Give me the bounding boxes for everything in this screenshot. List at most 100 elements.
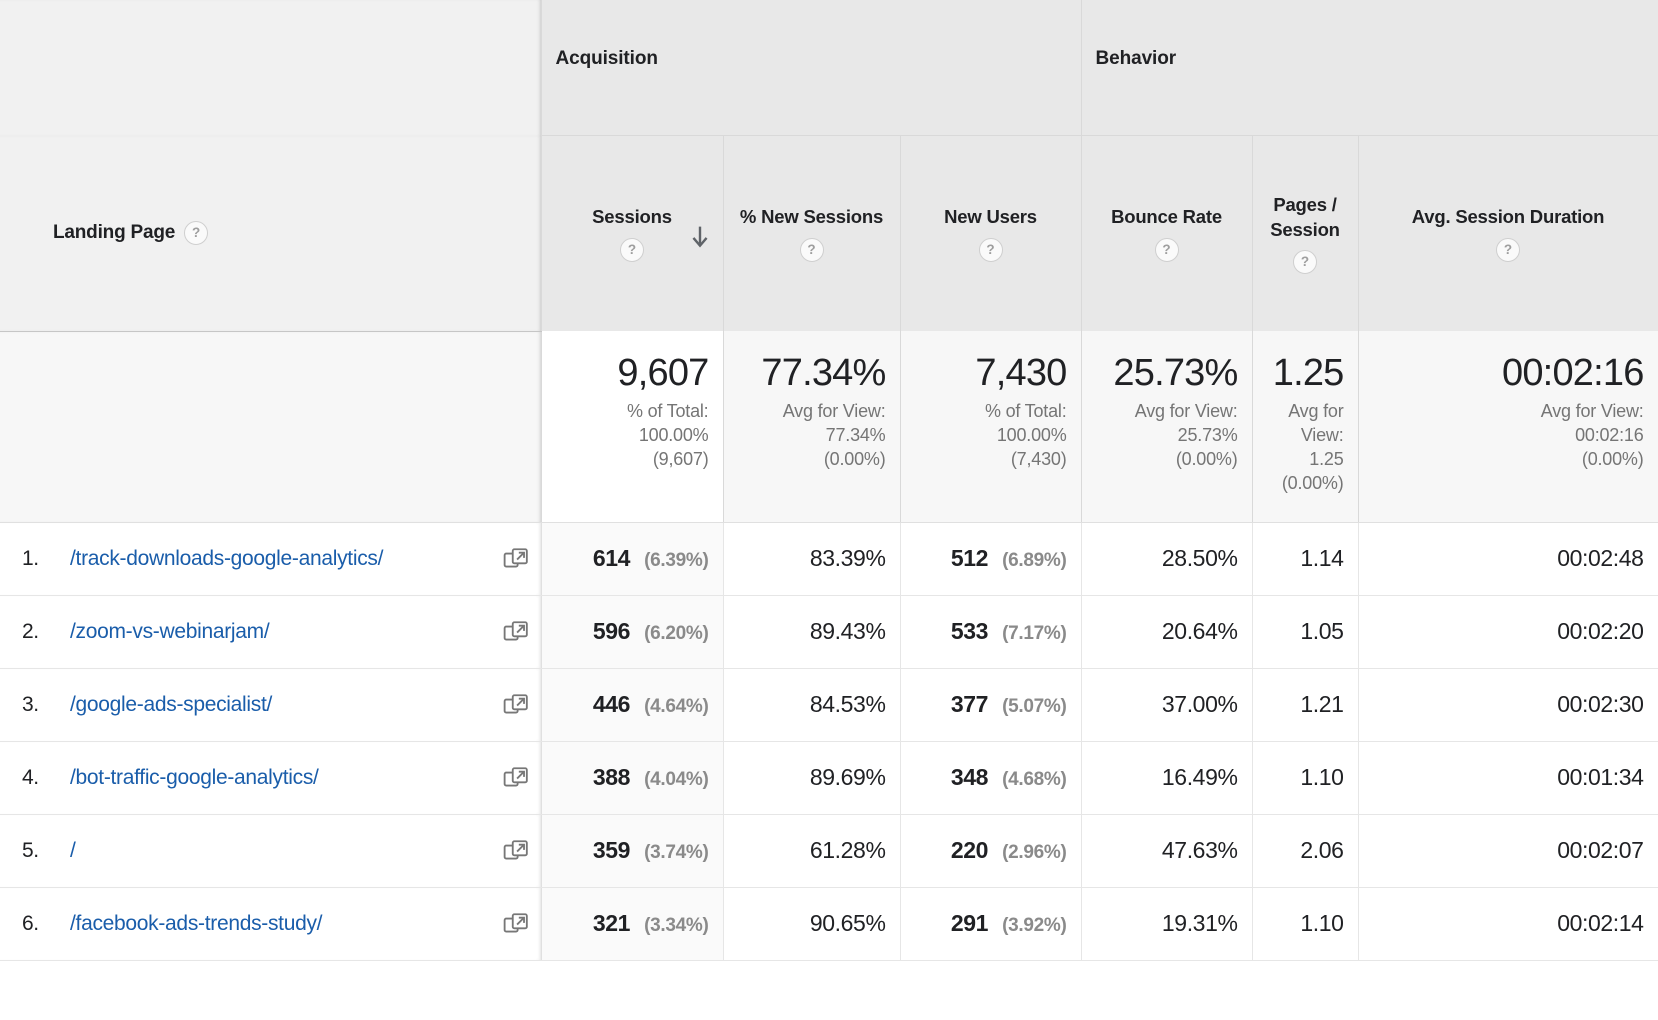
table-row: 2. /zoom-vs-webinarjam/ 596 (6.20%) 89.4… (0, 595, 1658, 669)
summary-avg-session-duration-value: 00:02:16 (1502, 352, 1644, 394)
external-link-icon[interactable] (503, 911, 529, 937)
table-cell-pages-session: 2.06 (1252, 814, 1359, 888)
table-cell-pct-new-sessions: 89.69% (723, 741, 901, 815)
new-users-value: 533 (950, 618, 989, 644)
summary-pages-session: 1.25 Avg for View: 1.25 (0.00%) (1252, 331, 1359, 523)
help-circle-icon[interactable]: ? (184, 221, 209, 245)
avg-session-duration-value: 00:02:20 (1557, 618, 1644, 644)
pages-session-value: 1.10 (1300, 764, 1344, 790)
table-cell-landing-page: 2. /zoom-vs-webinarjam/ (0, 595, 542, 669)
table-cell-avg-session-duration: 00:02:30 (1358, 668, 1658, 742)
summary-avg-session-duration-detail: Avg for View: 00:02:16 (0.00%) (1540, 401, 1644, 469)
row-index: 2. (22, 619, 39, 643)
bounce-rate-value: 20.64% (1161, 618, 1238, 644)
bounce-rate-value: 47.63% (1161, 837, 1238, 863)
table-cell-sessions: 359 (3.74%) (541, 814, 724, 888)
bounce-rate-value: 28.50% (1161, 545, 1238, 571)
bounce-rate-value: 19.31% (1161, 910, 1238, 936)
new-users-percent: (5.07%) (1002, 696, 1067, 717)
table-cell-landing-page: 4. /bot-traffic-google-analytics/ (0, 741, 542, 815)
summary-sessions-detail: % of Total: 100.00% (9,607) (626, 401, 709, 469)
sessions-value: 388 (592, 764, 631, 790)
summary-bounce-rate-value: 25.73% (1113, 352, 1238, 394)
help-circle-icon[interactable]: ? (1496, 238, 1521, 263)
column-header-sessions[interactable]: Sessions ? (541, 135, 724, 331)
table-cell-avg-session-duration: 00:02:20 (1358, 595, 1658, 669)
table-cell-pct-new-sessions: 61.28% (723, 814, 901, 888)
column-header-pct-new-sessions[interactable]: % New Sessions ? (723, 135, 901, 331)
table-cell-landing-page: 5. / (0, 814, 542, 888)
landing-page-report-table: Acquisition Behavior Landing Page ? Sess… (0, 0, 1658, 961)
table-cell-pct-new-sessions: 90.65% (723, 887, 901, 961)
column-header-pages-session-label: Pages / Session (1270, 194, 1340, 240)
table-cell-pages-session: 1.14 (1252, 522, 1359, 596)
new-users-value: 220 (950, 837, 989, 863)
help-circle-icon[interactable]: ? (978, 237, 1003, 262)
external-link-icon[interactable] (503, 692, 529, 718)
new-users-value: 348 (950, 764, 989, 790)
sessions-percent: (6.39%) (644, 550, 709, 571)
column-header-pct-new-sessions-label: % New Sessions (739, 206, 884, 228)
sessions-percent: (3.74%) (644, 842, 709, 863)
summary-new-users-detail: % of Total: 100.00% (7,430) (984, 401, 1067, 469)
help-circle-icon[interactable]: ? (799, 237, 824, 262)
sessions-value: 321 (592, 910, 631, 936)
pages-session-value: 1.10 (1300, 910, 1344, 936)
table-cell-bounce-rate: 16.49% (1081, 741, 1253, 815)
table-cell-bounce-rate: 28.50% (1081, 522, 1253, 596)
column-header-new-users[interactable]: New Users ? (900, 135, 1082, 331)
sessions-value: 359 (592, 837, 631, 863)
table-cell-sessions: 321 (3.34%) (541, 887, 724, 961)
new-users-percent: (4.68%) (1002, 769, 1067, 790)
pct-new-sessions-value: 89.43% (809, 618, 886, 644)
table-row: 6. /facebook-ads-trends-study/ 321 (3.34… (0, 887, 1658, 961)
table-cell-sessions: 614 (6.39%) (541, 522, 724, 596)
table-cell-avg-session-duration: 00:01:34 (1358, 741, 1658, 815)
table-cell-avg-session-duration: 00:02:14 (1358, 887, 1658, 961)
landing-page-link[interactable]: /bot-traffic-google-analytics/ (70, 765, 503, 791)
pct-new-sessions-value: 89.69% (809, 764, 886, 790)
table-cell-sessions: 596 (6.20%) (541, 595, 724, 669)
summary-pages-session-value: 1.25 (1272, 352, 1345, 394)
summary-sessions-value: 9,607 (617, 352, 709, 394)
landing-page-link[interactable]: /facebook-ads-trends-study/ (70, 911, 503, 937)
summary-pct-new-sessions-detail: Avg for View: 77.34% (0.00%) (782, 401, 886, 469)
table-cell-new-users: 220 (2.96%) (900, 814, 1082, 888)
help-circle-icon[interactable]: ? (1154, 237, 1179, 262)
help-circle-icon[interactable]: ? (1293, 249, 1318, 274)
column-header-pages-session[interactable]: Pages / Session ? (1252, 135, 1359, 331)
table-cell-pct-new-sessions: 84.53% (723, 668, 901, 742)
external-link-icon[interactable] (503, 546, 529, 572)
summary-avg-session-duration: 00:02:16 Avg for View: 00:02:16 (0.00%) (1358, 331, 1658, 523)
new-users-value: 377 (950, 691, 989, 717)
new-users-percent: (2.96%) (1002, 842, 1067, 863)
column-header-bounce-rate[interactable]: Bounce Rate ? (1081, 135, 1253, 331)
summary-pages-session-detail: Avg for View: 1.25 (0.00%) (1281, 401, 1344, 493)
dimension-header-cell[interactable]: Landing Page ? (0, 135, 542, 332)
external-link-icon[interactable] (503, 765, 529, 791)
landing-page-link[interactable]: /google-ads-specialist/ (70, 692, 503, 718)
landing-page-link[interactable]: / (70, 838, 503, 864)
summary-new-users-value: 7,430 (975, 352, 1067, 394)
pct-new-sessions-value: 84.53% (809, 691, 886, 717)
pages-session-value: 1.05 (1300, 618, 1344, 644)
sort-descending-arrow-icon[interactable] (691, 224, 709, 250)
pages-session-value: 1.14 (1300, 545, 1344, 571)
sessions-value: 614 (592, 545, 631, 571)
landing-page-link[interactable]: /track-downloads-google-analytics/ (70, 546, 503, 572)
sessions-percent: (4.04%) (644, 769, 709, 790)
pct-new-sessions-value: 61.28% (809, 837, 886, 863)
new-users-percent: (6.89%) (1002, 550, 1067, 571)
external-link-icon[interactable] (503, 619, 529, 645)
external-link-icon[interactable] (503, 838, 529, 864)
table-cell-bounce-rate: 20.64% (1081, 595, 1253, 669)
row-index: 3. (22, 692, 39, 716)
column-header-avg-session-duration[interactable]: Avg. Session Duration ? (1358, 135, 1658, 331)
summary-pct-new-sessions-value: 77.34% (761, 352, 886, 394)
help-circle-icon[interactable]: ? (620, 237, 644, 262)
pct-new-sessions-value: 90.65% (809, 910, 886, 936)
table-row: 5. / 359 (3.74%) 61.28% 220 (2.96%) 47.6… (0, 814, 1658, 888)
landing-page-link[interactable]: /zoom-vs-webinarjam/ (70, 619, 503, 645)
dimension-header-label: Landing Page (53, 222, 176, 243)
summary-sessions: 9,607 % of Total: 100.00% (9,607) (541, 331, 724, 523)
